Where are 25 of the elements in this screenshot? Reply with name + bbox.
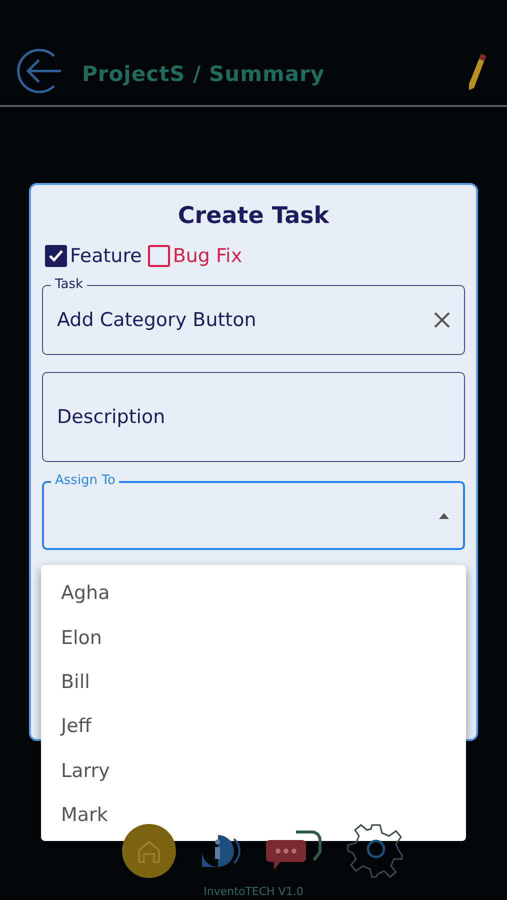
chat-icon[interactable] [266, 830, 322, 872]
caret-up-icon[interactable] [439, 512, 449, 518]
home-icon[interactable] [122, 824, 176, 878]
description-field[interactable]: Description [42, 372, 465, 462]
version-label: InventoTECH V1.0 [202, 885, 304, 898]
menu-option[interactable]: Jeff [41, 704, 466, 749]
settings-icon[interactable] [346, 821, 406, 881]
field-value: Add Category Button [57, 309, 258, 331]
menu-option[interactable]: Bill [41, 660, 466, 704]
field-label: Assign To [51, 473, 120, 489]
field-placeholder: Description [57, 406, 166, 428]
checkbox-label: Feature [70, 245, 142, 267]
dialog-title: Create Task [178, 203, 330, 229]
menu-option[interactable]: Larry [41, 748, 466, 793]
menu-option[interactable]: Elon [41, 615, 466, 660]
menu-option[interactable]: Mark [41, 792, 466, 838]
back-icon[interactable] [14, 46, 64, 96]
page-title: ProjectS / Summary [82, 62, 326, 86]
checkmark-icon [48, 248, 64, 264]
checkbox-label: Bug Fix [172, 245, 242, 267]
clear-icon[interactable] [434, 312, 450, 328]
checkbox[interactable] [148, 245, 170, 267]
menu-option[interactable]: Agha [41, 571, 466, 616]
checkbox[interactable] [45, 245, 67, 267]
info-icon[interactable] [200, 833, 242, 869]
